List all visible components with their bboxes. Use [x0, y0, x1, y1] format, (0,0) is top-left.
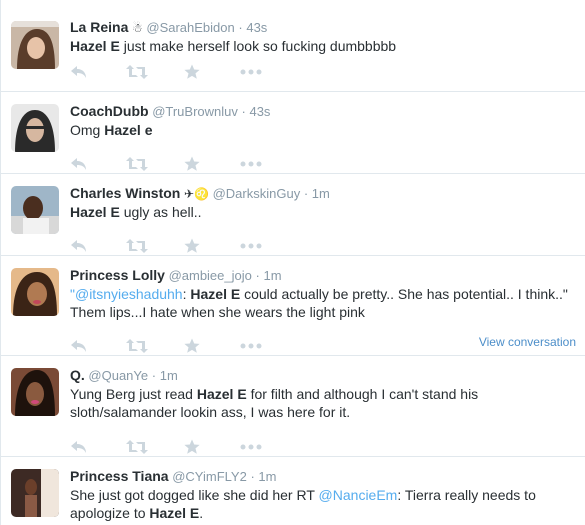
tweet-actions [70, 64, 290, 80]
retweet-icon[interactable] [126, 64, 148, 80]
tweet-header: CoachDubb @TruBrownluv · 43s [70, 102, 580, 120]
tweet-header: Princess Tiana @CYimFLY2 · 1m [70, 467, 580, 485]
reply-icon[interactable] [70, 238, 92, 254]
username[interactable]: @ambiee_jojo [169, 268, 252, 283]
tweet-text: She just got dogged like she did her RT … [70, 486, 580, 522]
hashtag-term: Hazel E [196, 386, 247, 402]
tweet-timeline: La Reina ☃ @SarahEbidon · 43s Hazel E ju… [0, 0, 585, 525]
separator: · [238, 20, 243, 35]
tweet-header: Charles Winston ✈♌ @DarkskinGuy · 1m [70, 184, 580, 202]
tweet-text: Yung Berg just read Hazel E for filth an… [70, 385, 580, 421]
username[interactable]: @QuanYe [88, 368, 148, 383]
username[interactable]: @DarkskinGuy [213, 186, 301, 201]
hashtag-term: Hazel E [70, 38, 120, 54]
tweet-actions [70, 439, 290, 455]
retweet-icon[interactable] [126, 156, 148, 172]
timestamp[interactable]: 1m [258, 469, 276, 484]
hashtag-term: Hazel E [190, 286, 241, 302]
tweet: Princess Tiana @CYimFLY2 · 1m She just g… [1, 456, 585, 525]
text-segment: Omg [70, 122, 105, 138]
username[interactable]: @SarahEbidon [146, 20, 234, 35]
name-emoji: ✈♌ [183, 187, 209, 201]
tweet-actions [70, 156, 290, 172]
tweet: Princess Lolly @ambiee_jojo · 1m "@itsny… [1, 255, 585, 355]
timestamp[interactable]: 1m [312, 186, 330, 201]
tweet: CoachDubb @TruBrownluv · 43s Omg Hazel e [1, 91, 585, 173]
more-icon[interactable] [240, 338, 262, 354]
reply-icon[interactable] [70, 64, 92, 80]
timestamp[interactable]: 43s [249, 104, 270, 119]
reply-icon[interactable] [70, 156, 92, 172]
more-icon[interactable] [240, 64, 262, 80]
avatar[interactable] [11, 268, 59, 316]
text-segment: . [199, 505, 204, 521]
display-name[interactable]: Charles Winston [70, 185, 180, 201]
username[interactable]: @CYimFLY2 [172, 469, 247, 484]
tweet-text: "@itsnyieshaduhh: Hazel E could actually… [70, 285, 580, 321]
tweet-text: Omg Hazel e [70, 121, 580, 139]
separator: · [303, 186, 309, 201]
retweet-icon[interactable] [126, 338, 148, 354]
mention-link[interactable]: @NancieEm [319, 487, 398, 503]
display-name[interactable]: CoachDubb [70, 103, 149, 119]
display-name[interactable]: Princess Lolly [70, 267, 165, 283]
text-segment: just make herself look so fucking dumbbb… [119, 38, 397, 54]
more-icon[interactable] [240, 238, 262, 254]
avatar[interactable] [11, 104, 59, 152]
tweet-actions [70, 238, 290, 254]
timestamp[interactable]: 1m [160, 368, 178, 383]
more-icon[interactable] [240, 439, 262, 455]
tweet: Q. @QuanYe · 1m Yung Berg just read Haze… [1, 355, 585, 456]
tweet: La Reina ☃ @SarahEbidon · 43s Hazel E ju… [1, 0, 585, 91]
star-icon[interactable] [184, 156, 206, 172]
tweet-text: Hazel E ugly as hell.. [70, 203, 580, 221]
retweet-icon[interactable] [126, 238, 148, 254]
mention-link[interactable]: @itsnyieshaduhh [75, 286, 183, 302]
hashtag-term: Hazel E [70, 204, 120, 220]
star-icon[interactable] [184, 238, 206, 254]
separator: · [255, 268, 260, 283]
display-name[interactable]: La Reina [70, 19, 128, 35]
tweet-text: Hazel E just make herself look so fuckin… [70, 37, 580, 55]
separator: · [151, 368, 157, 383]
more-icon[interactable] [240, 156, 262, 172]
avatar[interactable] [11, 21, 59, 69]
reply-icon[interactable] [70, 338, 92, 354]
hashtag-term: Hazel E [149, 505, 200, 521]
retweet-icon[interactable] [126, 439, 148, 455]
separator: · [241, 104, 246, 119]
star-icon[interactable] [184, 338, 206, 354]
text-segment: Yung Berg just read [70, 386, 197, 402]
star-icon[interactable] [184, 64, 206, 80]
tweet-actions [70, 338, 290, 354]
tweet-header: La Reina ☃ @SarahEbidon · 43s [70, 18, 580, 36]
reply-icon[interactable] [70, 439, 92, 455]
avatar[interactable] [11, 469, 59, 517]
tweet-header: Q. @QuanYe · 1m [70, 366, 580, 384]
avatar[interactable] [11, 186, 59, 234]
view-conversation-link[interactable]: View conversation [479, 335, 576, 349]
display-name[interactable]: Q. [70, 367, 85, 383]
username[interactable]: @TruBrownluv [152, 104, 238, 119]
tweet-header: Princess Lolly @ambiee_jojo · 1m [70, 266, 580, 284]
display-name[interactable]: Princess Tiana [70, 468, 169, 484]
name-emoji: ☃ [131, 21, 143, 35]
timestamp[interactable]: 43s [246, 20, 267, 35]
text-segment: ugly as hell.. [119, 204, 202, 220]
separator: · [250, 469, 255, 484]
avatar[interactable] [11, 368, 59, 416]
timestamp[interactable]: 1m [263, 268, 281, 283]
star-icon[interactable] [184, 439, 206, 455]
tweet: Charles Winston ✈♌ @DarkskinGuy · 1m Haz… [1, 173, 585, 255]
hashtag-term: Hazel e [104, 122, 153, 138]
text-segment: She just got dogged like she did her RT [70, 487, 319, 503]
